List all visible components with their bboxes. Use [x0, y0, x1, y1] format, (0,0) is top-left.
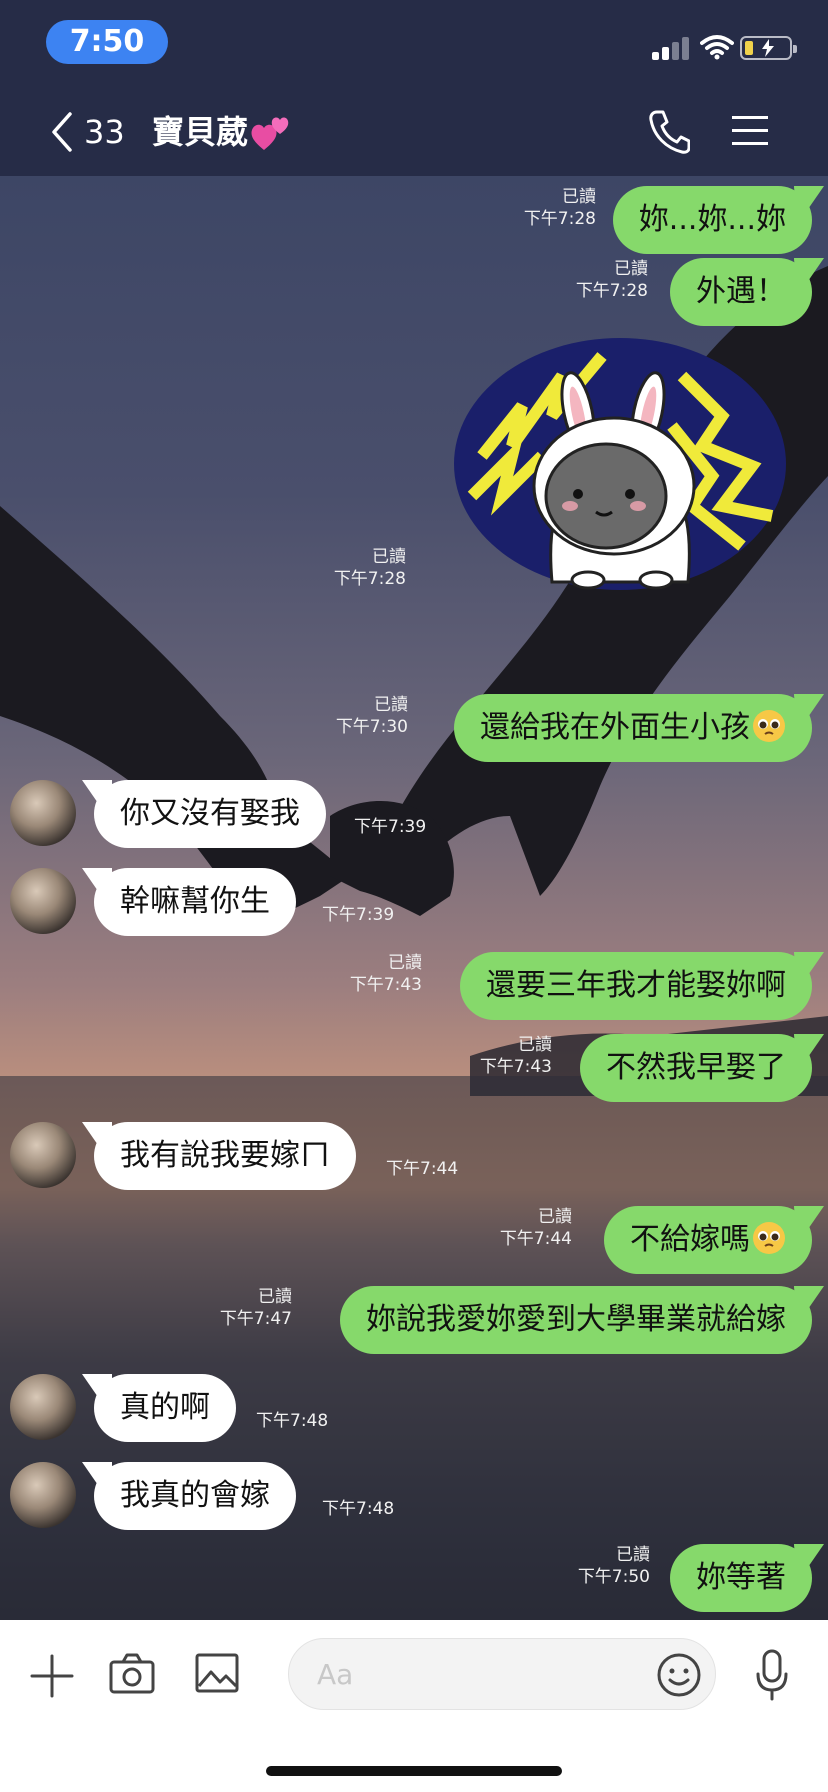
message-text: 還給我在外面生小孩 [480, 710, 750, 745]
message-time: 下午7:30 [335, 717, 408, 737]
chat-title: 寶貝葳 [152, 113, 249, 151]
message-time: 下午7:28 [575, 281, 648, 301]
back-chevron-icon[interactable] [46, 110, 76, 154]
read-receipt: 已讀 [374, 695, 408, 715]
message-time: 下午7:39 [354, 817, 427, 837]
read-receipt: 已讀 [518, 1035, 552, 1055]
pleading-face-emoji-icon [753, 1222, 785, 1254]
contact-avatar[interactable] [10, 1122, 76, 1188]
message-time: 下午7:44 [499, 1229, 572, 1249]
message-meta: 已讀 下午7:44 [500, 1206, 572, 1250]
menu-icon[interactable] [732, 116, 768, 146]
incoming-message-bubble[interactable]: 幹嘛幫你生 [94, 868, 296, 936]
pleading-face-emoji-icon [753, 710, 785, 742]
incoming-message-bubble[interactable]: 我真的會嫁 [94, 1462, 296, 1530]
chat-header: 33 寶貝葳 [0, 88, 828, 176]
phone-call-icon[interactable] [648, 108, 690, 154]
incoming-message-bubble[interactable]: 你又沒有娶我 [94, 780, 326, 848]
message-time: 下午7:44 [386, 1159, 459, 1179]
outgoing-message-bubble[interactable]: 妳...妳...妳 [612, 186, 812, 254]
message-text: 不給嫁嗎 [630, 1222, 750, 1257]
outgoing-message-bubble[interactable]: 不給嫁嗎 [604, 1206, 812, 1274]
message-meta: 已讀 下午7:28 [524, 186, 596, 230]
chat-message-area[interactable]: 已讀 下午7:28 妳...妳...妳 已讀 下午7:28 外遇！ 已讀 下午7… [0, 176, 828, 1620]
battery-icon [740, 36, 797, 60]
message-meta: 已讀 下午7:43 [480, 1034, 552, 1078]
incoming-message-bubble[interactable]: 真的啊 [94, 1374, 236, 1442]
message-time: 下午7:48 [256, 1411, 329, 1431]
outgoing-message-bubble[interactable]: 不然我早娶了 [580, 1034, 812, 1102]
status-time: 7:50 [46, 20, 168, 64]
read-receipt: 已讀 [562, 187, 596, 207]
outgoing-message-bubble[interactable]: 外遇！ [670, 258, 812, 326]
read-receipt: 已讀 [614, 259, 648, 279]
unread-count[interactable]: 33 [84, 110, 125, 154]
message-meta: 已讀 下午7:43 [350, 952, 422, 996]
message-time: 下午7:28 [523, 209, 596, 229]
wifi-icon [700, 35, 734, 60]
home-indicator [266, 1766, 562, 1776]
message-time: 下午7:43 [349, 975, 422, 995]
message-time: 下午7:28 [333, 569, 406, 589]
outgoing-message-bubble[interactable]: 還給我在外面生小孩 [454, 694, 812, 762]
message-input[interactable] [288, 1638, 716, 1710]
message-time: 下午7:47 [219, 1309, 292, 1329]
contact-avatar[interactable] [10, 868, 76, 934]
message-time: 下午7:39 [322, 905, 395, 925]
message-time: 下午7:43 [479, 1057, 552, 1077]
read-receipt: 已讀 [538, 1207, 572, 1227]
incoming-message-bubble[interactable]: 我有說我要嫁ㄇ [94, 1122, 356, 1190]
two-hearts-icon [251, 117, 289, 150]
status-bar: 7:50 [0, 0, 828, 88]
read-receipt: 已讀 [388, 953, 422, 973]
message-input-bar [0, 1620, 828, 1792]
message-time: 下午7:50 [577, 1567, 650, 1587]
microphone-icon[interactable] [754, 1648, 790, 1702]
cellular-signal-icon [652, 34, 690, 60]
plus-icon[interactable] [28, 1652, 76, 1700]
read-receipt: 已讀 [616, 1545, 650, 1565]
outgoing-message-bubble[interactable]: 妳等著 [670, 1544, 812, 1612]
brown-cony-bunny-lightning-sticker[interactable] [452, 336, 788, 592]
contact-avatar[interactable] [10, 780, 76, 846]
message-meta: 已讀 下午7:30 [336, 694, 408, 738]
message-meta: 已讀 下午7:47 [220, 1286, 292, 1330]
contact-avatar[interactable] [10, 1462, 76, 1528]
message-meta: 已讀 下午7:28 [334, 546, 406, 590]
read-receipt: 已讀 [372, 547, 406, 567]
message-meta: 已讀 下午7:50 [578, 1544, 650, 1588]
read-receipt: 已讀 [258, 1287, 292, 1307]
outgoing-message-bubble[interactable]: 還要三年我才能娶妳啊 [460, 952, 812, 1020]
contact-avatar[interactable] [10, 1374, 76, 1440]
message-time: 下午7:48 [322, 1499, 395, 1519]
camera-icon[interactable] [108, 1652, 156, 1696]
emoji-smile-icon[interactable] [656, 1652, 702, 1698]
image-gallery-icon[interactable] [194, 1652, 240, 1694]
message-meta: 已讀 下午7:28 [576, 258, 648, 302]
outgoing-message-bubble[interactable]: 妳說我愛妳愛到大學畢業就給嫁 [340, 1286, 812, 1354]
